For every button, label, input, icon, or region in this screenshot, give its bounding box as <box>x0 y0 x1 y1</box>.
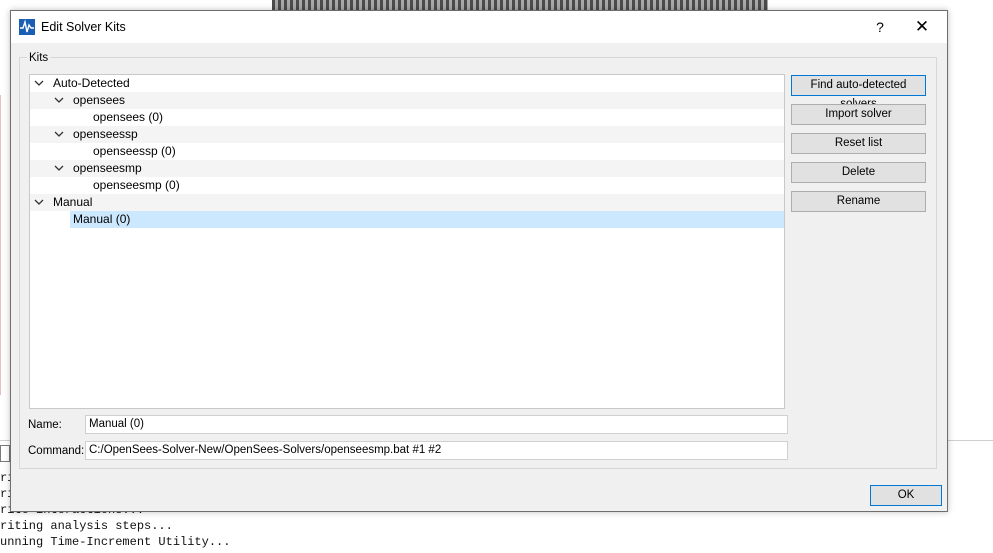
tree-item-label: Manual <box>53 195 93 209</box>
name-label: Name: <box>28 419 62 431</box>
console-tab-icon[interactable] <box>0 445 10 462</box>
solver-kits-tree[interactable]: Auto-Detected opensees opensees (0) open… <box>29 74 785 409</box>
mesh-viewport-strip <box>272 0 768 10</box>
selection-highlight <box>70 211 784 228</box>
chevron-down-icon[interactable] <box>53 126 65 144</box>
tree-item-openseesmp-0[interactable]: openseesmp (0) <box>30 177 784 194</box>
chevron-down-icon[interactable] <box>53 92 65 110</box>
tree-item-label: opensees <box>73 93 126 107</box>
tree-item-label: openseessp <box>73 127 138 141</box>
command-field[interactable]: C:/OpenSees-Solver-New/OpenSees-Solvers/… <box>85 441 788 460</box>
import-solver-button[interactable]: Import solver <box>791 104 926 125</box>
tree-item-openseessp[interactable]: openseessp <box>30 126 784 143</box>
console-line: unning Time-Increment Utility... <box>0 535 231 549</box>
tree-item-auto-detected[interactable]: Auto-Detected <box>30 75 784 92</box>
tree-item-label: Manual (0) <box>73 212 131 226</box>
chevron-down-icon[interactable] <box>53 160 65 178</box>
ok-button[interactable]: OK <box>870 485 942 506</box>
app-logo-icon <box>19 19 35 35</box>
tree-item-openseesmp[interactable]: openseesmp <box>30 160 784 177</box>
help-button[interactable]: ? <box>863 15 897 39</box>
delete-button[interactable]: Delete <box>791 162 926 183</box>
tree-item-manual-0[interactable]: Manual (0) <box>30 211 784 228</box>
name-field[interactable]: Manual (0) <box>85 415 788 434</box>
command-label: Command: <box>28 445 85 457</box>
tree-item-manual[interactable]: Manual <box>30 194 784 211</box>
edit-solver-kits-dialog: Edit Solver Kits ? ✕ Kits Auto-Detected … <box>10 10 948 512</box>
tree-item-label: openseesmp (0) <box>93 178 180 192</box>
chevron-down-icon[interactable] <box>33 194 45 212</box>
reset-list-button[interactable]: Reset list <box>791 133 926 154</box>
find-auto-detected-solvers-button[interactable]: Find auto-detected solvers <box>791 75 926 110</box>
console-line: riting analysis steps... <box>0 519 173 533</box>
tree-item-opensees-0[interactable]: opensees (0) <box>30 109 784 126</box>
tree-item-label: opensees (0) <box>93 110 164 124</box>
tree-item-label: openseesmp <box>73 161 142 175</box>
rename-button[interactable]: Rename <box>791 191 926 212</box>
title-bar[interactable]: Edit Solver Kits ? ✕ <box>11 11 947 43</box>
dialog-title: Edit Solver Kits <box>41 20 126 34</box>
chevron-down-icon[interactable] <box>33 75 45 93</box>
viewport-axis-line <box>0 95 3 395</box>
tree-item-opensees[interactable]: opensees <box>30 92 784 109</box>
close-button[interactable]: ✕ <box>905 15 939 39</box>
kits-group-label: Kits <box>27 52 51 64</box>
tree-item-label: openseessp (0) <box>93 144 176 158</box>
tree-item-openseessp-0[interactable]: openseessp (0) <box>30 143 784 160</box>
tree-item-label: Auto-Detected <box>53 76 130 90</box>
